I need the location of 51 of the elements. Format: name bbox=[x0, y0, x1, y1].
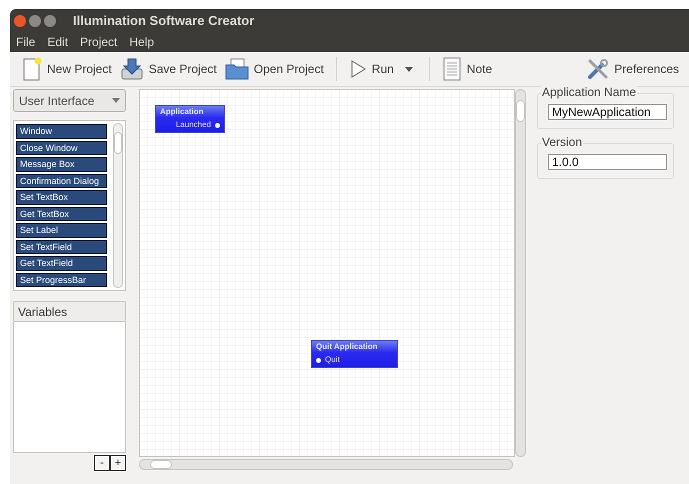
caret-icon bbox=[112, 98, 120, 103]
palette-item[interactable]: Window bbox=[16, 124, 107, 138]
menu-item[interactable]: Help bbox=[129, 33, 154, 51]
palette-item[interactable]: Set TextField bbox=[16, 240, 107, 254]
variables-header: Variables bbox=[13, 301, 126, 322]
scrollbar[interactable] bbox=[113, 123, 123, 288]
play-icon bbox=[348, 59, 367, 79]
tools-icon bbox=[586, 57, 610, 81]
palette-item[interactable]: Get TextField bbox=[16, 256, 107, 270]
group-label: Version bbox=[541, 135, 584, 149]
minimize-icon[interactable] bbox=[29, 14, 41, 26]
document-icon bbox=[22, 57, 42, 81]
node-title: Application bbox=[159, 106, 205, 118]
input-field[interactable]: MyNewApplication bbox=[548, 104, 667, 120]
download-tray-icon bbox=[120, 57, 144, 81]
palette-item[interactable]: Set ProgressBar bbox=[16, 272, 107, 287]
caret-icon bbox=[404, 66, 413, 72]
palette-item[interactable]: Confirmation Dialog bbox=[16, 174, 107, 188]
window-title: Illumination Software Creator bbox=[73, 12, 254, 30]
group-label: Application Name bbox=[541, 85, 638, 99]
menu-item[interactable]: Project bbox=[80, 33, 118, 51]
toolbar-button[interactable]: Note bbox=[440, 54, 494, 84]
palette-item[interactable]: Message Box bbox=[16, 157, 107, 172]
horizontal-scrollbar[interactable] bbox=[139, 459, 513, 470]
preferences-button[interactable]: Preferences bbox=[586, 57, 679, 81]
toolbar-button[interactable]: New Project bbox=[20, 54, 114, 84]
menu-item[interactable]: File bbox=[16, 33, 36, 51]
menu-item[interactable]: Edit bbox=[47, 33, 68, 51]
list-button[interactable]: + bbox=[110, 455, 126, 471]
toolbar-button[interactable]: Run bbox=[346, 54, 419, 84]
vertical-scrollbar[interactable] bbox=[515, 89, 526, 457]
toolbar-button[interactable]: Open Project bbox=[222, 54, 326, 84]
port-icon[interactable] bbox=[316, 358, 321, 362]
node-block[interactable]: Application Launched bbox=[155, 105, 225, 133]
toolbar-button[interactable]: Save Project bbox=[118, 54, 219, 84]
folder-icon bbox=[224, 57, 249, 81]
palette-item[interactable]: Set TextBox bbox=[16, 190, 107, 204]
notepad-icon bbox=[442, 57, 462, 81]
port-label: Quit bbox=[325, 354, 340, 366]
palette-item[interactable]: Set Label bbox=[16, 223, 107, 238]
node-block[interactable]: Quit Application Quit bbox=[311, 340, 398, 368]
port-icon[interactable] bbox=[215, 122, 220, 128]
category-dropdown[interactable]: User Interface bbox=[13, 89, 126, 112]
palette-item[interactable]: Close Window bbox=[16, 140, 107, 155]
node-title: Quit Application bbox=[315, 341, 378, 353]
maximize-icon[interactable] bbox=[44, 14, 56, 26]
list-button[interactable]: - bbox=[94, 455, 110, 471]
palette-item[interactable]: Get TextBox bbox=[16, 206, 107, 221]
port-label: Launched bbox=[176, 119, 211, 131]
close-icon[interactable] bbox=[14, 14, 26, 26]
input-field[interactable]: 1.0.0 bbox=[548, 154, 667, 170]
